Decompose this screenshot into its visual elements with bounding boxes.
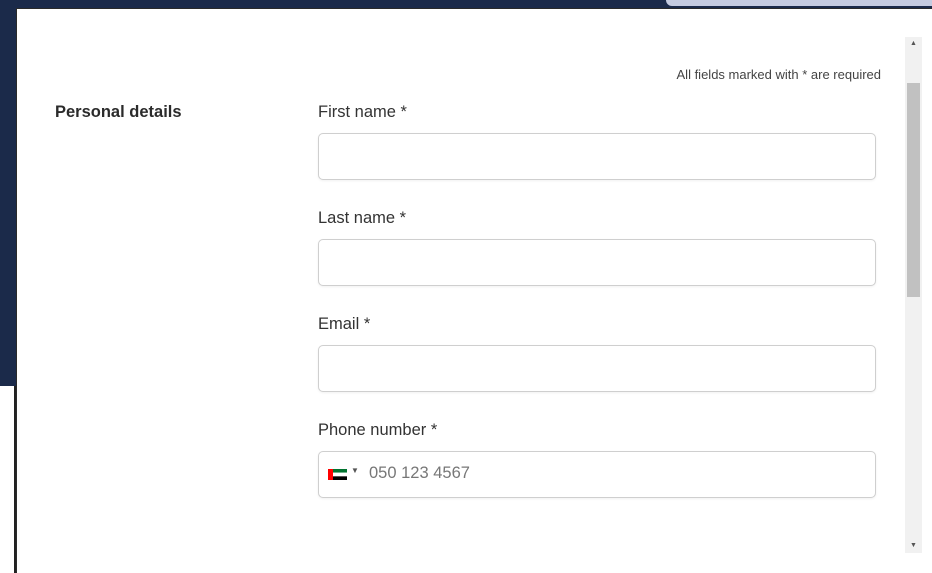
email-field[interactable]	[318, 345, 876, 392]
phone-number-label: Phone number *	[318, 421, 438, 439]
email-label: Email *	[318, 315, 371, 333]
required-fields-note: All fields marked with * are required	[676, 67, 881, 82]
scroll-up-arrow-icon[interactable]: ▲	[905, 37, 922, 51]
personal-details-form-panel: All fields marked with * are required Pe…	[16, 8, 932, 573]
scroll-down-arrow-icon[interactable]: ▼	[905, 539, 922, 553]
page-backdrop-left	[0, 0, 16, 386]
section-title-personal-details: Personal details	[55, 103, 182, 121]
background-tab	[666, 0, 932, 6]
country-dropdown-caret-icon[interactable]: ▼	[351, 466, 359, 475]
scrollbar[interactable]: ▲ ▼	[905, 37, 922, 553]
first-name-label: First name *	[318, 103, 407, 121]
phone-number-field[interactable]: ▼ 050 123 4567	[318, 451, 876, 498]
uae-flag-icon[interactable]	[328, 469, 347, 480]
scrollbar-thumb[interactable]	[907, 83, 920, 297]
phone-placeholder: 050 123 4567	[369, 464, 470, 482]
last-name-field[interactable]	[318, 239, 876, 286]
first-name-field[interactable]	[318, 133, 876, 180]
last-name-label: Last name *	[318, 209, 407, 227]
